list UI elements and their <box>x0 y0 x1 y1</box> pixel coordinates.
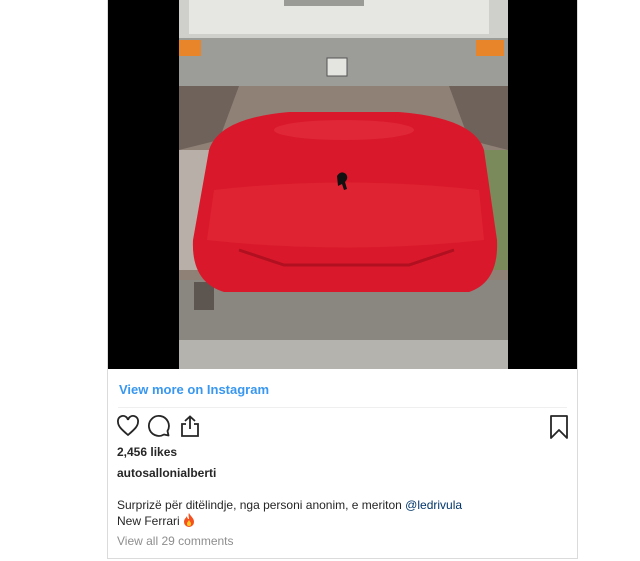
post-username[interactable]: autosallonialberti <box>117 466 216 480</box>
post-caption: Surprizë për ditëlindje, nga personi ano… <box>117 497 567 529</box>
caption-text: Surprizë për ditëlindje, nga personi ano… <box>117 498 406 512</box>
heart-icon[interactable] <box>116 414 142 440</box>
post-media[interactable] <box>108 0 577 369</box>
view-comments-link[interactable]: View all 29 comments <box>117 534 234 548</box>
comment-icon[interactable] <box>147 414 173 440</box>
post-photo <box>179 0 508 369</box>
likes-count[interactable]: 2,456 likes <box>117 445 177 459</box>
instagram-embed: View more on Instagram 2,456 likes autos… <box>107 0 578 559</box>
share-icon[interactable] <box>178 414 204 440</box>
view-more-link[interactable]: View more on Instagram <box>119 382 269 397</box>
bookmark-icon[interactable] <box>548 414 572 440</box>
caption-mention-link[interactable]: @ledrivula <box>405 498 462 512</box>
car-photo-image <box>179 0 508 369</box>
fire-icon <box>183 513 195 527</box>
caption-line2: New Ferrari <box>117 514 180 528</box>
divider <box>118 407 567 408</box>
